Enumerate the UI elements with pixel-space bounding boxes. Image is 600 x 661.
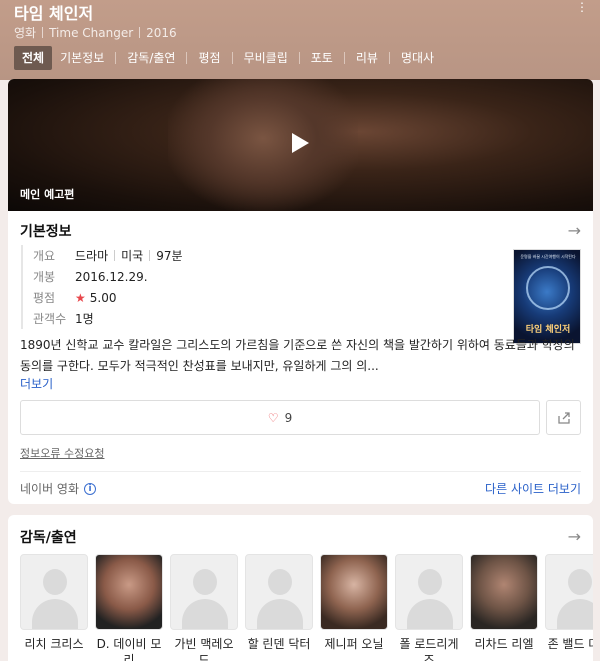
share-icon (557, 411, 570, 424)
share-button[interactable] (546, 400, 581, 435)
tab-rating[interactable]: 평점 (190, 46, 228, 70)
info-row-release: 개봉 2016.12.29. (33, 266, 183, 287)
trailer-video[interactable]: 메인 예고편 (8, 79, 593, 211)
movie-meta: 영화 Time Changer 2016 (14, 24, 177, 41)
cast-item[interactable]: D. 데이비 모리 (95, 554, 163, 661)
person-placeholder-icon (170, 554, 238, 630)
person-placeholder-icon (545, 554, 593, 630)
cast-name: 리차드 리엘 (474, 637, 534, 651)
heart-icon: ♡ (267, 410, 279, 425)
other-sites-link[interactable]: 다른 사이트 더보기 (485, 480, 581, 497)
divider (42, 27, 44, 38)
like-count: 9 (284, 410, 293, 425)
cast-item[interactable]: 리치 크리스 (20, 554, 88, 661)
divider (343, 52, 345, 64)
tab-movie-clip[interactable]: 무비클립 (236, 46, 296, 70)
cast-name: 리치 크리스 (24, 637, 84, 651)
tab-photo[interactable]: 포토 (303, 46, 341, 70)
cast-name: 존 밸드 대로 (547, 637, 593, 651)
info-table: 개요 드라마 미국 97분 개봉 2016.12.29. 평점 ★ 5.00 관… (21, 245, 183, 329)
like-button[interactable]: ♡ 9 (20, 400, 540, 435)
arrow-right-icon[interactable]: → (568, 527, 581, 546)
movie-poster[interactable]: 운명을 바꿀 시간여행이 시작된다 타임 체인저 (513, 249, 581, 344)
movie-header: 타임 체인저 ⋮ 영화 Time Changer 2016 전체 기본정보 감독… (0, 0, 600, 80)
divider (139, 27, 141, 38)
source-label: 네이버 영화 i (20, 480, 97, 497)
tab-cast[interactable]: 감독/출연 (119, 46, 183, 70)
video-thumbnail (168, 79, 358, 211)
divider (388, 52, 390, 64)
tab-bar: 전체 기본정보 감독/출연 평점 무비클립 포토 리뷰 명대사 (14, 45, 442, 71)
country[interactable]: 미국 (121, 247, 143, 264)
info-icon[interactable]: i (84, 482, 97, 495)
info-key: 개요 (33, 249, 56, 263)
cast-name: 가빈 맥레오드 (174, 637, 234, 661)
arrow-right-icon[interactable]: → (568, 221, 581, 240)
cast-item[interactable]: 리차드 리엘 (470, 554, 538, 661)
audience-count: 1명 (75, 312, 94, 326)
info-row-audience: 관객수 1명 (33, 308, 183, 329)
section-title-cast: 감독/출연 (20, 530, 77, 546)
cast-name: 제니퍼 오닐 (324, 637, 384, 651)
person-placeholder-icon (245, 554, 313, 630)
tab-review[interactable]: 리뷰 (348, 46, 386, 70)
person-photo (95, 554, 163, 630)
play-icon[interactable] (289, 131, 311, 155)
cast-card: 감독/출연 → 리치 크리스 D. 데이비 모리 가빈 맥레오드 할 린덴 닥터… (8, 515, 593, 661)
divider (114, 250, 116, 261)
cast-item[interactable]: 가빈 맥레오드 (170, 554, 238, 661)
page-title: 타임 체인저 (14, 4, 94, 23)
runtime: 97분 (156, 249, 183, 263)
info-row-rating: 평점 ★ 5.00 (33, 287, 183, 308)
divider (115, 52, 117, 64)
poster-tagline: 운명을 바꿀 시간여행이 시작된다 (520, 254, 576, 259)
person-photo (470, 554, 538, 630)
cast-name: D. 데이비 모리 (96, 637, 162, 661)
cast-item[interactable]: 할 린덴 닥터 (245, 554, 313, 661)
info-value: 드라마 미국 97분 (75, 247, 183, 264)
divider (186, 52, 188, 64)
rating-value: ★ 5.00 (75, 291, 116, 305)
release-date: 2016.12.29. (75, 269, 148, 284)
synopsis-text: 1890년 신학교 교수 칼라일은 그리스도의 가르침을 기준으로 쓴 자신의 … (20, 338, 575, 373)
info-key: 관객수 (33, 312, 67, 326)
more-options-icon[interactable]: ⋮ (576, 1, 588, 13)
poster-art (526, 266, 570, 310)
tab-quotes[interactable]: 명대사 (393, 46, 442, 70)
info-row-overview: 개요 드라마 미국 97분 (33, 245, 183, 266)
tab-basic-info[interactable]: 기본정보 (52, 46, 112, 70)
cast-item[interactable]: 제니퍼 오닐 (320, 554, 388, 661)
cast-item[interactable]: 폴 로드리게즈 (395, 554, 463, 661)
person-placeholder-icon (395, 554, 463, 630)
divider (20, 471, 581, 472)
genre[interactable]: 드라마 (75, 247, 108, 264)
meta-year: 2016 (146, 25, 177, 40)
cast-item[interactable]: 존 밸드 대로 (545, 554, 593, 661)
info-key: 평점 (33, 291, 56, 305)
person-photo (320, 554, 388, 630)
source-name: 네이버 영화 (20, 482, 80, 496)
report-error-link[interactable]: 정보오류 수정요청 (20, 445, 104, 461)
rating-score: 5.00 (89, 290, 117, 305)
star-icon: ★ (75, 290, 86, 305)
video-label: 메인 예고편 (20, 188, 75, 201)
cast-name: 할 린덴 닥터 (247, 637, 311, 651)
more-link[interactable]: 더보기 (20, 375, 53, 392)
tab-all[interactable]: 전체 (14, 46, 53, 70)
divider (231, 52, 233, 64)
section-title-basic-info: 기본정보 (20, 224, 72, 240)
basic-info-card: 메인 예고편 기본정보 → 개요 드라마 미국 97분 개봉 2016.12.2… (8, 79, 593, 504)
poster-title: 타임 체인저 (525, 325, 571, 335)
cast-name: 폴 로드리게즈 (399, 637, 459, 661)
person-placeholder-icon (20, 554, 88, 630)
meta-original-title: Time Changer (49, 25, 134, 40)
meta-category: 영화 (14, 26, 37, 40)
divider (298, 52, 300, 64)
info-key: 개봉 (33, 270, 56, 284)
cast-list: 리치 크리스 D. 데이비 모리 가빈 맥레오드 할 린덴 닥터 제니퍼 오닐 … (20, 554, 593, 661)
divider (149, 250, 151, 261)
